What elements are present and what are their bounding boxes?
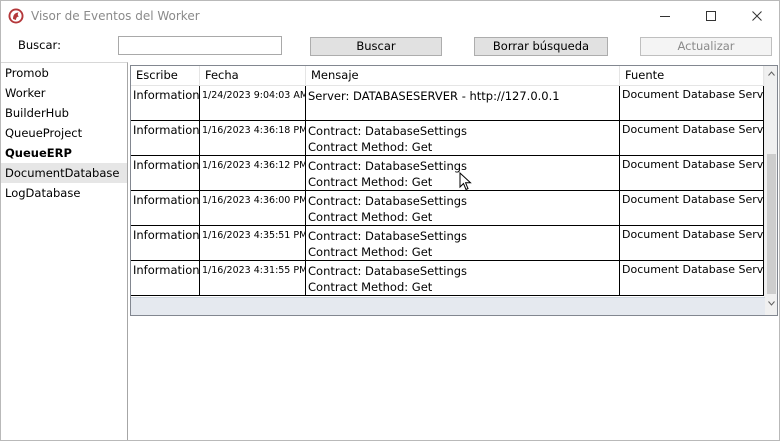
sidebar-item-promob[interactable]: Promob — [1, 63, 127, 83]
cell-date: 1/16/2023 4:36:00 PM — [200, 191, 306, 226]
grid-header: Escribe Fecha Mensaje Fuente — [131, 66, 764, 86]
cell-date: 1/16/2023 4:36:12 PM — [200, 156, 306, 191]
sidebar-item-logdatabase[interactable]: LogDatabase — [1, 183, 127, 203]
search-input[interactable] — [118, 36, 282, 55]
message-line: Server: DATABASESERVER - http://127.0.0.… — [308, 89, 560, 103]
maximize-button[interactable] — [688, 1, 734, 31]
cell-source: Document Database Service — [620, 121, 764, 156]
table-row[interactable]: Information 1/24/2023 9:04:03 AM Server:… — [131, 86, 764, 121]
cell-source: Document Database Service — [620, 191, 764, 226]
message-line: Contract: DatabaseSettings — [308, 124, 468, 138]
column-header-date[interactable]: Fecha — [200, 66, 306, 86]
message-line: Contract: DatabaseSettings — [308, 264, 468, 278]
table-row[interactable]: Information 1/16/2023 4:36:00 PM Contrac… — [131, 191, 764, 226]
mouse-pointer-icon — [459, 172, 472, 191]
sidebar-item-queueproject[interactable]: QueueProject — [1, 123, 127, 143]
scrollbar-thumb[interactable] — [767, 154, 776, 294]
message-line: Contract: DatabaseSettings — [308, 194, 468, 208]
cell-message: Server: DATABASESERVER - http://127.0.0.… — [306, 86, 620, 121]
refresh-button[interactable]: Actualizar — [640, 37, 772, 56]
message-line: Contract Method: Get — [308, 245, 433, 259]
cell-type: Information — [131, 226, 200, 261]
search-button[interactable]: Buscar — [310, 37, 442, 56]
app-logo-icon — [8, 8, 24, 24]
cell-type: Information — [131, 86, 200, 121]
cell-type: Information — [131, 156, 200, 191]
cell-type: Information — [131, 121, 200, 156]
cell-source: Document Database Service — [620, 156, 764, 191]
cell-source: Document Database Service — [620, 86, 764, 121]
message-line: Contract: DatabaseSettings — [308, 229, 468, 243]
sidebar-item-worker[interactable]: Worker — [1, 83, 127, 103]
message-line: Contract Method: Get — [308, 280, 433, 294]
search-toolbar: Buscar: Buscar Borrar búsqueda Actualiza… — [1, 32, 779, 61]
events-grid: Escribe Fecha Mensaje Fuente Information… — [130, 65, 778, 316]
column-header-source[interactable]: Fuente — [620, 66, 764, 86]
sidebar-item-queueerp[interactable]: QueueERP — [1, 143, 127, 163]
events-grid-body: Escribe Fecha Mensaje Fuente Information… — [131, 66, 764, 297]
column-header-message[interactable]: Mensaje — [306, 66, 620, 86]
cell-type: Information — [131, 191, 200, 226]
vertical-scrollbar[interactable] — [765, 66, 777, 315]
scroll-up-icon[interactable] — [768, 71, 775, 76]
grid-empty-area — [131, 297, 765, 315]
table-row[interactable]: Information 1/16/2023 4:36:12 PM Contrac… — [131, 156, 764, 191]
cell-source: Document Database Service — [620, 261, 764, 296]
column-header-type[interactable]: Escribe — [131, 66, 200, 86]
service-list: Promob Worker BuilderHub QueueProject Qu… — [1, 62, 128, 440]
cell-date: 1/16/2023 4:36:18 PM — [200, 121, 306, 156]
minimize-icon — [660, 16, 670, 17]
scroll-down-icon[interactable] — [768, 301, 775, 306]
cell-message: Contract: DatabaseSettings Contract Meth… — [306, 191, 620, 226]
clear-search-button[interactable]: Borrar búsqueda — [474, 37, 608, 56]
cell-source: Document Database Service — [620, 226, 764, 261]
cell-message: Contract: DatabaseSettings Contract Meth… — [306, 261, 620, 296]
maximize-icon — [706, 11, 716, 21]
cell-date: 1/16/2023 4:35:51 PM — [200, 226, 306, 261]
close-icon — [752, 11, 762, 21]
sidebar-item-documentdatabase[interactable]: DocumentDatabase — [1, 163, 127, 183]
sidebar-item-builderhub[interactable]: BuilderHub — [1, 103, 127, 123]
cell-message: Contract: DatabaseSettings Contract Meth… — [306, 121, 620, 156]
table-row[interactable]: Information 1/16/2023 4:36:18 PM Contrac… — [131, 121, 764, 156]
cell-type: Information — [131, 261, 200, 296]
minimize-button[interactable] — [642, 1, 688, 31]
title-bar: Visor de Eventos del Worker — [1, 1, 779, 32]
cell-message: Contract: DatabaseSettings Contract Meth… — [306, 226, 620, 261]
message-line: Contract Method: Get — [308, 140, 433, 154]
close-button[interactable] — [734, 1, 780, 31]
message-line: Contract Method: Get — [308, 210, 433, 224]
table-row[interactable]: Information 1/16/2023 4:31:55 PM Contrac… — [131, 261, 764, 296]
window-title: Visor de Eventos del Worker — [31, 9, 200, 23]
table-row[interactable]: Information 1/16/2023 4:35:51 PM Contrac… — [131, 226, 764, 261]
cell-date: 1/16/2023 4:31:55 PM — [200, 261, 306, 296]
app-window: Visor de Eventos del Worker Buscar: Busc… — [0, 0, 780, 441]
cell-date: 1/24/2023 9:04:03 AM — [200, 86, 306, 121]
search-label: Buscar: — [18, 38, 61, 52]
